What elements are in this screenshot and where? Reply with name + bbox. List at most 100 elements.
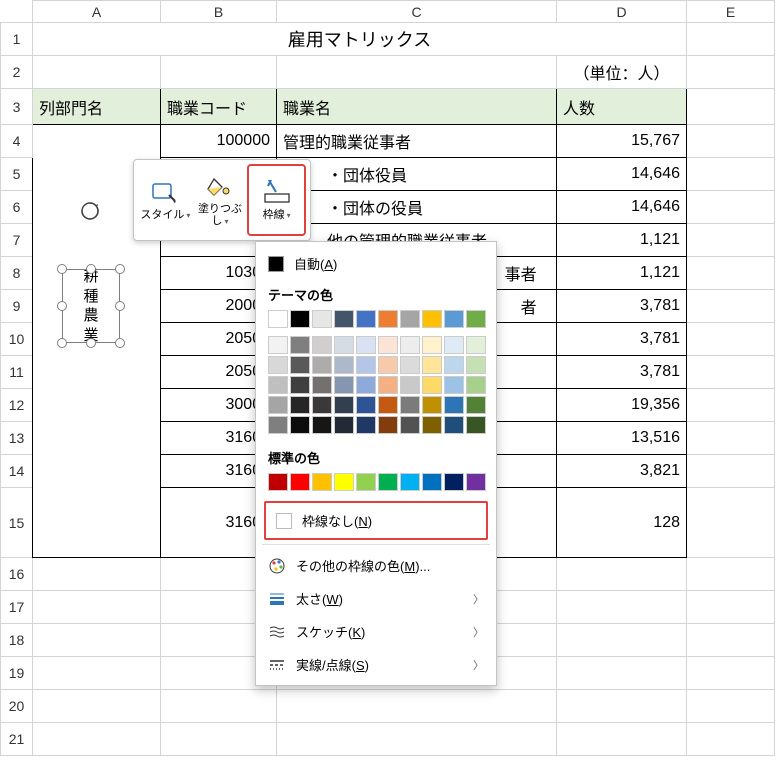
weight-item[interactable]: 太さ(W) 〉 — [256, 582, 496, 615]
col-header-E[interactable]: E — [687, 1, 775, 23]
color-swatch[interactable] — [378, 310, 398, 328]
color-swatch[interactable] — [422, 473, 442, 491]
color-swatch[interactable] — [466, 336, 486, 354]
cell[interactable] — [33, 56, 161, 89]
color-swatch[interactable] — [312, 356, 332, 374]
style-button[interactable]: スタイル▾ — [138, 164, 193, 236]
color-swatch[interactable] — [334, 356, 354, 374]
cell[interactable] — [687, 389, 775, 422]
cell[interactable] — [687, 488, 775, 558]
color-swatch[interactable] — [444, 356, 464, 374]
cell[interactable] — [687, 558, 775, 591]
cell[interactable] — [687, 257, 775, 290]
count-cell[interactable]: 1,121 — [557, 224, 687, 257]
cell[interactable] — [33, 657, 161, 690]
rotate-handle-icon[interactable] — [77, 198, 103, 224]
color-swatch[interactable] — [466, 396, 486, 414]
cell[interactable] — [687, 89, 775, 125]
row-header[interactable]: 20 — [1, 690, 33, 723]
color-swatch[interactable] — [334, 310, 354, 328]
select-all-corner[interactable] — [1, 1, 33, 23]
color-swatch[interactable] — [334, 376, 354, 394]
color-swatch[interactable] — [356, 396, 376, 414]
row-header[interactable]: 6 — [1, 191, 33, 224]
color-swatch[interactable] — [400, 336, 420, 354]
count-cell[interactable]: 1,121 — [557, 257, 687, 290]
cell[interactable] — [33, 723, 161, 756]
color-swatch[interactable] — [312, 396, 332, 414]
color-swatch[interactable] — [422, 356, 442, 374]
row-header[interactable]: 8 — [1, 257, 33, 290]
title-cell[interactable]: 雇用マトリックス — [33, 23, 687, 56]
cell[interactable] — [277, 56, 557, 89]
color-swatch[interactable] — [334, 396, 354, 414]
row-header[interactable]: 3 — [1, 89, 33, 125]
row-header[interactable]: 11 — [1, 356, 33, 389]
count-cell[interactable]: 3,781 — [557, 290, 687, 323]
row-header[interactable]: 4 — [1, 125, 33, 158]
dashes-item[interactable]: 実線/点線(S) 〉 — [256, 648, 496, 681]
color-swatch[interactable] — [400, 356, 420, 374]
count-cell[interactable]: 19,356 — [557, 389, 687, 422]
shape-textbox[interactable]: 耕 種 農 業 — [62, 269, 120, 343]
resize-handle-nw[interactable] — [57, 264, 67, 274]
cell[interactable] — [557, 624, 687, 657]
name-cell[interactable]: ・団体の役員 — [277, 191, 557, 224]
color-swatch[interactable] — [268, 473, 288, 491]
color-swatch[interactable] — [444, 310, 464, 328]
color-swatch[interactable] — [466, 356, 486, 374]
row-header[interactable]: 13 — [1, 422, 33, 455]
resize-handle-s[interactable] — [86, 338, 96, 348]
color-swatch[interactable] — [312, 336, 332, 354]
cell[interactable] — [687, 290, 775, 323]
color-swatch[interactable] — [422, 310, 442, 328]
cell[interactable] — [687, 158, 775, 191]
color-swatch[interactable] — [378, 473, 398, 491]
row-header[interactable]: 21 — [1, 723, 33, 756]
code-cell[interactable]: 100000 — [161, 125, 277, 158]
color-swatch[interactable] — [378, 376, 398, 394]
resize-handle-sw[interactable] — [57, 338, 67, 348]
color-swatch[interactable] — [444, 416, 464, 434]
color-swatch[interactable] — [356, 356, 376, 374]
color-swatch[interactable] — [356, 310, 376, 328]
col-header-D[interactable]: D — [557, 1, 687, 23]
color-swatch[interactable] — [312, 416, 332, 434]
cell[interactable] — [687, 657, 775, 690]
name-cell[interactable]: 管理的職業従事者 — [277, 125, 557, 158]
color-swatch[interactable] — [356, 416, 376, 434]
color-swatch[interactable] — [378, 396, 398, 414]
color-swatch[interactable] — [312, 473, 332, 491]
color-swatch[interactable] — [290, 416, 310, 434]
color-swatch[interactable] — [334, 336, 354, 354]
color-swatch[interactable] — [444, 376, 464, 394]
cell[interactable] — [557, 657, 687, 690]
row-header[interactable]: 10 — [1, 323, 33, 356]
cell[interactable] — [33, 624, 161, 657]
color-swatch[interactable] — [422, 336, 442, 354]
unit-cell[interactable]: （単位：人） — [557, 56, 687, 89]
color-swatch[interactable] — [334, 473, 354, 491]
count-cell[interactable]: 14,646 — [557, 158, 687, 191]
color-swatch[interactable] — [268, 396, 288, 414]
cell[interactable] — [687, 224, 775, 257]
color-swatch[interactable] — [268, 416, 288, 434]
color-swatch[interactable] — [356, 376, 376, 394]
count-cell[interactable]: 13,516 — [557, 422, 687, 455]
count-cell[interactable]: 3,821 — [557, 455, 687, 488]
color-swatch[interactable] — [422, 396, 442, 414]
cell[interactable] — [277, 723, 557, 756]
auto-color-item[interactable]: 自動(A) — [256, 248, 496, 279]
cell[interactable] — [557, 558, 687, 591]
cell[interactable] — [687, 624, 775, 657]
col-header-B[interactable]: B — [161, 1, 277, 23]
more-colors-item[interactable]: その他の枠線の色(M)... — [256, 549, 496, 582]
row-header[interactable]: 18 — [1, 624, 33, 657]
cell[interactable] — [33, 591, 161, 624]
color-swatch[interactable] — [400, 416, 420, 434]
cell[interactable] — [687, 591, 775, 624]
color-swatch[interactable] — [444, 336, 464, 354]
color-swatch[interactable] — [378, 336, 398, 354]
count-cell[interactable]: 3,781 — [557, 323, 687, 356]
border-button[interactable]: 枠線▾ — [247, 164, 306, 236]
